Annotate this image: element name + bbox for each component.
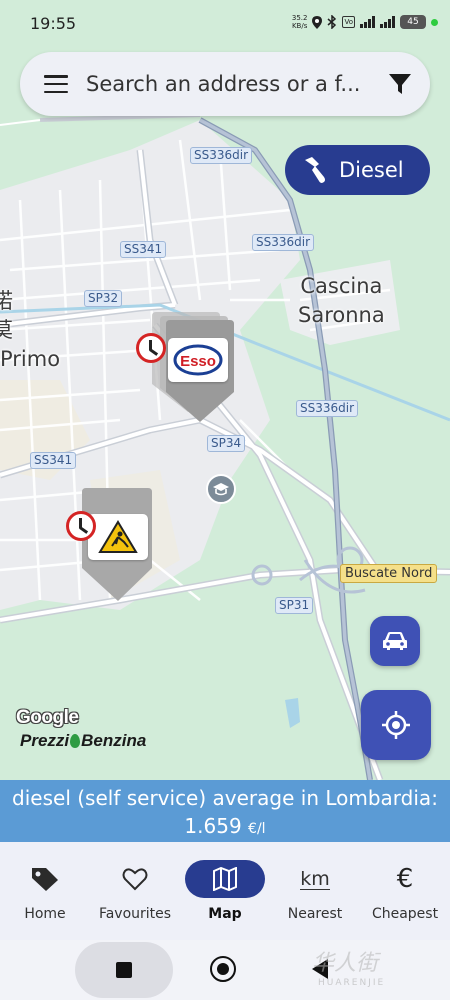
bottom-nav: Home Favourites Map km Nearest € Cheapes… <box>0 842 450 940</box>
esso-brand-text: Esso <box>180 353 216 370</box>
road-label-ss341: SS341 <box>120 241 167 258</box>
watermark: 华人街 <box>312 951 379 976</box>
nav-icon-wrap <box>185 860 265 898</box>
system-nav-bar <box>0 940 450 1000</box>
search-input[interactable]: Search an address or a f... <box>86 72 364 96</box>
average-price-unit: €/l <box>248 821 266 837</box>
graduation-cap-icon <box>213 483 229 496</box>
nav-item-favourites[interactable]: Favourites <box>90 842 180 940</box>
road-label-ss336dir: SS336dir <box>296 400 359 417</box>
recents-button[interactable] <box>75 942 173 998</box>
place-label-line: Cascina <box>300 274 383 298</box>
car-mode-button[interactable] <box>370 616 420 666</box>
fuel-type-label: Diesel <box>339 158 404 182</box>
bluetooth-icon <box>327 15 337 29</box>
tag-icon <box>32 868 58 891</box>
nav-label: Map <box>208 906 242 922</box>
nav-icon-wrap <box>95 860 175 898</box>
brand-name-part1: Prezzi <box>20 731 70 750</box>
fuel-drop-icon <box>70 734 81 748</box>
network-speed-value: 35.2 <box>291 14 308 22</box>
place-label-line: 莫 <box>0 318 13 342</box>
nav-icon-wrap <box>5 860 85 898</box>
location-icon <box>312 15 323 29</box>
roadworks-logo <box>88 514 148 560</box>
square-icon <box>116 962 132 978</box>
km-icon: km <box>300 867 330 890</box>
road-label-sp32: SP32 <box>84 290 123 307</box>
status-icons: 35.2 KB/s Vo 45 <box>292 14 438 30</box>
clock-icon <box>136 333 166 363</box>
road-label-ss341: SS341 <box>30 452 77 469</box>
nav-label: Cheapest <box>371 906 439 922</box>
nav-item-map[interactable]: Map <box>180 842 270 940</box>
fuel-nozzle-icon <box>305 157 325 183</box>
nav-icon-wrap: € <box>365 860 445 898</box>
nav-item-nearest[interactable]: km Nearest <box>270 842 360 940</box>
signal-icon <box>360 16 375 28</box>
nav-label: Home <box>24 906 66 922</box>
privacy-dot-icon <box>431 18 438 26</box>
network-speed: 35.2 KB/s <box>292 14 308 30</box>
place-label-left: 诺 莫 Primo <box>0 287 60 374</box>
place-label-line: Primo <box>0 347 61 371</box>
average-price-title: diesel (self service) average in Lombard… <box>12 786 438 810</box>
menu-icon[interactable] <box>44 75 68 93</box>
place-label-cascina: Cascina Saronna <box>298 272 385 330</box>
filter-icon[interactable] <box>388 72 412 96</box>
fuel-type-button[interactable]: Diesel <box>285 145 430 195</box>
signal-icon-2 <box>380 16 395 28</box>
esso-logo: Esso <box>168 338 228 382</box>
clock-icon <box>66 511 96 541</box>
car-icon <box>383 632 407 650</box>
network-speed-unit: KB/s <box>291 22 308 30</box>
search-bar[interactable]: Search an address or a f... <box>20 52 430 116</box>
nav-item-cheapest[interactable]: € Cheapest <box>360 842 450 940</box>
school-icon[interactable] <box>206 474 236 504</box>
euro-icon: € <box>396 864 414 894</box>
app-brand-logo: Prezzi Benzina <box>20 731 146 751</box>
road-label-ss336dir: SS336dir <box>190 147 253 164</box>
road-label-buscate-nord: Buscate Nord <box>340 564 438 583</box>
map-icon <box>213 867 237 891</box>
nav-label: Nearest <box>287 906 343 922</box>
esso-logo-icon: Esso <box>173 344 223 376</box>
nav-label: Favourites <box>98 906 172 922</box>
nav-icon-wrap: km <box>275 860 355 898</box>
home-button[interactable] <box>210 956 236 982</box>
map-view[interactable]: SS336dir SS336dir SS336dir SS341 SS341 S… <box>0 0 450 780</box>
status-bar: 19:55 35.2 KB/s Vo 45 <box>0 0 450 46</box>
average-price-line: 1.659 €/l <box>0 812 450 843</box>
status-time: 19:55 <box>30 14 77 33</box>
google-attribution: Google <box>16 707 79 728</box>
place-label-line: Saronna <box>298 303 385 327</box>
crosshair-icon <box>382 711 410 739</box>
volte-icon: Vo <box>342 16 355 28</box>
roadworks-icon <box>98 520 138 553</box>
average-price-banner: diesel (self service) average in Lombard… <box>0 780 450 842</box>
place-label-line: 诺 <box>0 289 13 313</box>
road-label-sp34: SP34 <box>207 435 246 452</box>
my-location-button[interactable] <box>361 690 431 760</box>
average-price-value: 1.659 <box>184 814 242 838</box>
watermark-subtext: HUARENJIE <box>318 978 386 988</box>
battery-icon: 45 <box>400 15 426 29</box>
road-label-ss336dir: SS336dir <box>252 234 315 251</box>
nav-item-home[interactable]: Home <box>0 842 90 940</box>
road-label-sp31: SP31 <box>275 597 314 614</box>
heart-icon <box>122 868 148 891</box>
brand-name-part2: Benzina <box>81 731 147 750</box>
station-marker-roadworks[interactable] <box>82 488 154 602</box>
station-marker-esso[interactable]: Esso <box>152 312 234 422</box>
